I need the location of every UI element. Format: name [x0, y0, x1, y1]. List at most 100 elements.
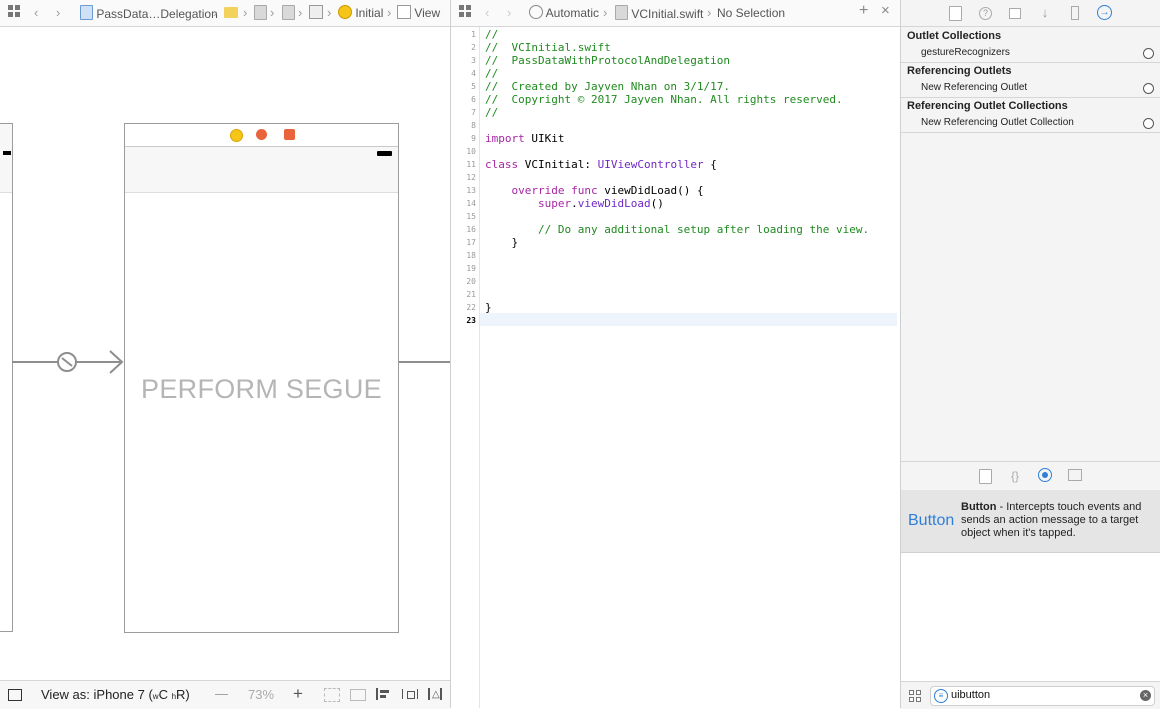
- segue-arrow[interactable]: [10, 347, 126, 377]
- align-icon[interactable]: [376, 688, 392, 700]
- scene-breadcrumb[interactable]: [309, 5, 323, 21]
- scene-icon: [309, 5, 323, 19]
- resolve-issues-icon[interactable]: △: [428, 688, 442, 700]
- code-line: }: [485, 236, 519, 249]
- code-line: // PassDataWithProtocolAndDelegation: [485, 54, 731, 67]
- breadcrumb-separator-icon: ›: [387, 5, 392, 20]
- breadcrumb-separator-icon: ›: [213, 5, 218, 20]
- view-controller-icon[interactable]: [230, 129, 243, 142]
- folder-breadcrumb[interactable]: [224, 5, 238, 21]
- referencing-outlets-header: Referencing Outlets: [907, 65, 1012, 77]
- forward-chevron-icon[interactable]: ›: [507, 5, 511, 21]
- status-bar: [125, 147, 398, 193]
- zoom-out-button[interactable]: —: [215, 686, 228, 701]
- new-referencing-outlet-connection-well[interactable]: [1143, 83, 1154, 94]
- add-editor-button[interactable]: +: [859, 3, 868, 19]
- new-referencing-outlet-collection-connection-well[interactable]: [1143, 118, 1154, 129]
- code-jump-bar: ‹ › Automatic › VCInitial.swift › No Sel…: [451, 0, 900, 27]
- project-file-icon: [80, 5, 93, 20]
- library-item-preview: Button: [908, 512, 955, 529]
- embed-in-stack-icon[interactable]: [350, 689, 366, 701]
- inspector-empty-area: [901, 133, 1160, 461]
- zoom-in-button[interactable]: +: [293, 684, 303, 704]
- size-inspector-icon[interactable]: [1069, 6, 1081, 20]
- view-breadcrumb[interactable]: View: [397, 5, 440, 21]
- initial-scene[interactable]: PERFORM SEGUE: [124, 123, 399, 633]
- view-controller-breadcrumb[interactable]: Initial: [338, 5, 383, 21]
- object-library-icon[interactable]: [1038, 468, 1052, 482]
- outlet-collections-header: Outlet Collections: [907, 30, 1002, 42]
- new-referencing-outlet-collection-label: New Referencing Outlet Collection: [921, 117, 1074, 128]
- gesture-recognizers-label: gestureRecognizers: [921, 47, 1010, 58]
- library-filter-bar: ≡ uibutton ×: [901, 681, 1160, 709]
- library-item-button[interactable]: Button Button - Intercepts touch events …: [901, 490, 1160, 553]
- connections-inspector-icon[interactable]: →: [1097, 5, 1112, 20]
- battery-icon: [3, 151, 11, 155]
- media-library-icon[interactable]: [1068, 469, 1082, 483]
- code-line: // VCInitial.swift: [485, 41, 611, 54]
- code-line: //: [485, 67, 499, 80]
- code-line: // Copyright © 2017 Jayven Nhan. All rig…: [485, 93, 843, 106]
- breadcrumb-separator-icon: ›: [270, 5, 275, 20]
- view-as-button[interactable]: View as: iPhone 7 (wC hR): [41, 687, 190, 702]
- file-breadcrumb[interactable]: VCInitial.swift: [615, 5, 703, 21]
- document-outline-toggle-icon[interactable]: [8, 689, 22, 701]
- section-divider: [901, 62, 1160, 63]
- perform-segue-button[interactable]: PERFORM SEGUE: [125, 374, 398, 405]
- automatic-mode-icon: [529, 5, 543, 19]
- back-chevron-icon[interactable]: ‹: [485, 5, 489, 21]
- library-list-area: [901, 553, 1160, 681]
- breadcrumb-separator-icon: ›: [707, 5, 712, 20]
- file-breadcrumb-label: VCInitial.swift: [631, 7, 704, 21]
- forward-chevron-icon[interactable]: ›: [56, 5, 60, 21]
- add-constraints-icon[interactable]: [402, 689, 418, 699]
- storyboard-canvas[interactable]: PERFORM SEGUE: [0, 27, 450, 679]
- library-selector-bar: {}: [901, 461, 1160, 491]
- size-class-height: R): [176, 687, 190, 702]
- update-frames-icon[interactable]: [324, 688, 340, 702]
- filter-icon: ≡: [934, 689, 948, 703]
- breadcrumb-separator-icon: ›: [327, 5, 332, 20]
- code-line: // Created by Jayven Nhan on 3/1/17.: [485, 80, 731, 93]
- utilities-pane: ? ↓ → Outlet Collections gestureRecogniz…: [901, 0, 1160, 709]
- outgoing-segue-line[interactable]: [398, 357, 450, 367]
- close-editor-button[interactable]: ×: [881, 3, 890, 19]
- library-filter-field[interactable]: ≡ uibutton ×: [930, 686, 1155, 706]
- folder-icon: [224, 7, 238, 18]
- view-controller-icon: [338, 5, 352, 19]
- back-chevron-icon[interactable]: ‹: [34, 5, 38, 21]
- file-inspector-icon[interactable]: [949, 6, 962, 21]
- first-responder-icon[interactable]: [256, 129, 267, 140]
- code-text-area[interactable]: //// VCInitial.swift// PassDataWithProto…: [451, 27, 899, 327]
- gesture-recognizers-connection-well[interactable]: [1143, 48, 1154, 59]
- quick-help-icon[interactable]: ?: [979, 7, 992, 20]
- related-items-icon[interactable]: [8, 5, 20, 21]
- view-controller-breadcrumb-label: Initial: [355, 6, 384, 20]
- code-line: }: [485, 301, 492, 314]
- related-items-icon[interactable]: [459, 5, 471, 21]
- new-referencing-outlet-label: New Referencing Outlet: [921, 82, 1028, 93]
- identity-inspector-icon[interactable]: [1009, 6, 1021, 20]
- storyboard-breadcrumb[interactable]: [254, 5, 267, 21]
- selection-breadcrumb[interactable]: No Selection: [717, 5, 785, 21]
- assistant-mode-breadcrumb[interactable]: Automatic: [529, 5, 599, 21]
- storyboard-file-icon: [282, 5, 295, 20]
- exit-icon[interactable]: [284, 129, 295, 140]
- attributes-inspector-icon[interactable]: ↓: [1039, 6, 1051, 20]
- project-breadcrumb[interactable]: PassData…Delegation: [80, 5, 218, 21]
- previous-scene[interactable]: [0, 123, 13, 632]
- clear-filter-icon[interactable]: ×: [1140, 690, 1151, 701]
- code-line: // Do any additional setup after loading…: [485, 223, 870, 236]
- code-snippet-library-icon[interactable]: {}: [1009, 469, 1021, 483]
- file-template-library-icon[interactable]: [979, 469, 992, 484]
- code-line: super.viewDidLoad(): [537, 197, 664, 210]
- grid-view-toggle-icon[interactable]: [909, 689, 921, 707]
- storyboard-jump-bar: ‹ › PassData…Delegation › › › › › Initia…: [0, 0, 450, 27]
- battery-icon: [377, 151, 392, 156]
- breadcrumb-separator-icon: ›: [243, 5, 248, 20]
- code-line: import UIKit: [485, 132, 565, 145]
- base-storyboard-breadcrumb[interactable]: [282, 5, 295, 21]
- code-line: //: [485, 28, 499, 41]
- referencing-outlet-collections-header: Referencing Outlet Collections: [907, 100, 1068, 112]
- scene-dock: [125, 124, 398, 147]
